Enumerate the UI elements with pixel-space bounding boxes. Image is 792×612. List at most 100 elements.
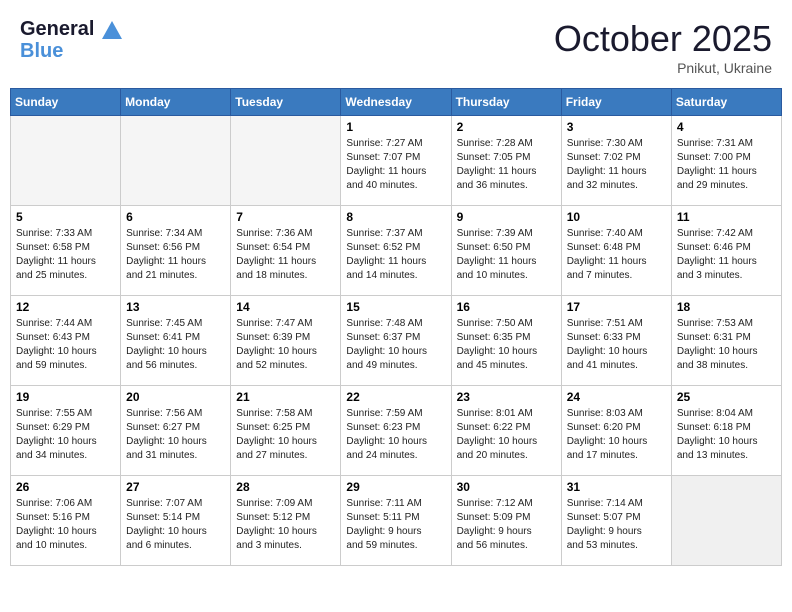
calendar-cell: 23 Sunrise: 8:01 AM Sunset: 6:22 PM Dayli… bbox=[451, 386, 561, 476]
day-info: Sunrise: 7:58 AM Sunset: 6:25 PM Dayligh… bbox=[236, 407, 335, 463]
day-number: 17 bbox=[567, 300, 666, 314]
day-info: Sunrise: 7:47 AM Sunset: 6:39 PM Dayligh… bbox=[236, 317, 335, 373]
day-number: 28 bbox=[236, 480, 335, 494]
logo-icon bbox=[102, 21, 122, 39]
day-number: 23 bbox=[457, 390, 556, 404]
weekday-header: Thursday bbox=[451, 89, 561, 116]
day-info: Sunrise: 7:59 AM Sunset: 6:23 PM Dayligh… bbox=[346, 407, 445, 463]
day-info: Sunrise: 7:07 AM Sunset: 5:14 PM Dayligh… bbox=[126, 497, 225, 553]
calendar-week-row: 5Sunrise: 7:33 AM Sunset: 6:58 PM Daylig… bbox=[11, 206, 782, 296]
calendar-cell: 24 Sunrise: 8:03 AM Sunset: 6:20 PM Dayli… bbox=[561, 386, 671, 476]
location: Pnikut, Ukraine bbox=[554, 60, 772, 76]
calendar-cell: 13 Sunrise: 7:45 AM Sunset: 6:41 PM Dayli… bbox=[121, 296, 231, 386]
day-info: Sunrise: 7:44 AM Sunset: 6:43 PM Dayligh… bbox=[16, 317, 115, 373]
weekday-header: Wednesday bbox=[341, 89, 451, 116]
weekday-header: Saturday bbox=[671, 89, 781, 116]
calendar-cell bbox=[671, 476, 781, 566]
weekday-header: Friday bbox=[561, 89, 671, 116]
day-info: Sunrise: 7:42 AM Sunset: 6:46 PM Dayligh… bbox=[677, 227, 776, 283]
day-number: 3 bbox=[567, 120, 666, 134]
day-info: Sunrise: 7:27 AM Sunset: 7:07 PM Dayligh… bbox=[346, 137, 445, 193]
day-number: 20 bbox=[126, 390, 225, 404]
calendar-cell: 12 Sunrise: 7:44 AM Sunset: 6:43 PM Dayli… bbox=[11, 296, 121, 386]
day-info: Sunrise: 7:36 AM Sunset: 6:54 PM Dayligh… bbox=[236, 227, 335, 283]
logo-text: General bbox=[20, 18, 122, 40]
day-info: Sunrise: 7:28 AM Sunset: 7:05 PM Dayligh… bbox=[457, 137, 556, 193]
calendar-cell: 5Sunrise: 7:33 AM Sunset: 6:58 PM Daylig… bbox=[11, 206, 121, 296]
calendar-cell: 6Sunrise: 7:34 AM Sunset: 6:56 PM Daylig… bbox=[121, 206, 231, 296]
day-number: 1 bbox=[346, 120, 445, 134]
day-info: Sunrise: 7:56 AM Sunset: 6:27 PM Dayligh… bbox=[126, 407, 225, 463]
calendar-header-row: SundayMondayTuesdayWednesdayThursdayFrid… bbox=[11, 89, 782, 116]
calendar-cell: 22Sunrise: 7:59 AM Sunset: 6:23 PM Dayli… bbox=[341, 386, 451, 476]
day-number: 11 bbox=[677, 210, 776, 224]
calendar-cell: 8 Sunrise: 7:37 AM Sunset: 6:52 PM Daylig… bbox=[341, 206, 451, 296]
day-info: Sunrise: 7:48 AM Sunset: 6:37 PM Dayligh… bbox=[346, 317, 445, 373]
weekday-header: Monday bbox=[121, 89, 231, 116]
day-number: 29 bbox=[346, 480, 445, 494]
day-info: Sunrise: 7:51 AM Sunset: 6:33 PM Dayligh… bbox=[567, 317, 666, 373]
month-title: October 2025 bbox=[554, 18, 772, 60]
day-info: Sunrise: 8:04 AM Sunset: 6:18 PM Dayligh… bbox=[677, 407, 776, 463]
calendar-cell: 16 Sunrise: 7:50 AM Sunset: 6:35 PM Dayli… bbox=[451, 296, 561, 386]
day-info: Sunrise: 7:12 AM Sunset: 5:09 PM Dayligh… bbox=[457, 497, 556, 553]
day-info: Sunrise: 8:03 AM Sunset: 6:20 PM Dayligh… bbox=[567, 407, 666, 463]
calendar-week-row: 26 Sunrise: 7:06 AM Sunset: 5:16 PM Dayli… bbox=[11, 476, 782, 566]
day-info: Sunrise: 7:37 AM Sunset: 6:52 PM Dayligh… bbox=[346, 227, 445, 283]
calendar-cell: 14 Sunrise: 7:47 AM Sunset: 6:39 PM Dayli… bbox=[231, 296, 341, 386]
day-info: Sunrise: 7:11 AM Sunset: 5:11 PM Dayligh… bbox=[346, 497, 445, 553]
day-info: Sunrise: 7:33 AM Sunset: 6:58 PM Dayligh… bbox=[16, 227, 115, 283]
day-number: 15 bbox=[346, 300, 445, 314]
calendar-cell: 10 Sunrise: 7:40 AM Sunset: 6:48 PM Dayli… bbox=[561, 206, 671, 296]
day-number: 14 bbox=[236, 300, 335, 314]
day-number: 16 bbox=[457, 300, 556, 314]
day-info: Sunrise: 7:06 AM Sunset: 5:16 PM Dayligh… bbox=[16, 497, 115, 553]
day-info: Sunrise: 7:50 AM Sunset: 6:35 PM Dayligh… bbox=[457, 317, 556, 373]
day-info: Sunrise: 7:39 AM Sunset: 6:50 PM Dayligh… bbox=[457, 227, 556, 283]
day-number: 12 bbox=[16, 300, 115, 314]
calendar-week-row: 19Sunrise: 7:55 AM Sunset: 6:29 PM Dayli… bbox=[11, 386, 782, 476]
day-number: 30 bbox=[457, 480, 556, 494]
day-info: Sunrise: 7:31 AM Sunset: 7:00 PM Dayligh… bbox=[677, 137, 776, 193]
title-block: October 2025 Pnikut, Ukraine bbox=[554, 18, 772, 76]
day-number: 27 bbox=[126, 480, 225, 494]
logo-blue: Blue bbox=[20, 40, 122, 62]
calendar-cell: 1 Sunrise: 7:27 AM Sunset: 7:07 PM Daylig… bbox=[341, 116, 451, 206]
day-number: 7 bbox=[236, 210, 335, 224]
calendar-cell: 18Sunrise: 7:53 AM Sunset: 6:31 PM Dayli… bbox=[671, 296, 781, 386]
day-number: 10 bbox=[567, 210, 666, 224]
calendar-cell: 28Sunrise: 7:09 AM Sunset: 5:12 PM Dayli… bbox=[231, 476, 341, 566]
calendar-cell: 19Sunrise: 7:55 AM Sunset: 6:29 PM Dayli… bbox=[11, 386, 121, 476]
calendar-cell: 2 Sunrise: 7:28 AM Sunset: 7:05 PM Daylig… bbox=[451, 116, 561, 206]
day-number: 18 bbox=[677, 300, 776, 314]
day-info: Sunrise: 7:40 AM Sunset: 6:48 PM Dayligh… bbox=[567, 227, 666, 283]
calendar-cell: 31Sunrise: 7:14 AM Sunset: 5:07 PM Dayli… bbox=[561, 476, 671, 566]
day-number: 8 bbox=[346, 210, 445, 224]
calendar-cell: 29 Sunrise: 7:11 AM Sunset: 5:11 PM Dayli… bbox=[341, 476, 451, 566]
day-number: 26 bbox=[16, 480, 115, 494]
calendar-cell: 11 Sunrise: 7:42 AM Sunset: 6:46 PM Dayli… bbox=[671, 206, 781, 296]
day-number: 6 bbox=[126, 210, 225, 224]
weekday-header: Tuesday bbox=[231, 89, 341, 116]
logo: General Blue bbox=[20, 18, 122, 62]
day-number: 2 bbox=[457, 120, 556, 134]
day-info: Sunrise: 8:01 AM Sunset: 6:22 PM Dayligh… bbox=[457, 407, 556, 463]
page-header: General Blue October 2025 Pnikut, Ukrain… bbox=[10, 10, 782, 80]
calendar-cell bbox=[11, 116, 121, 206]
day-info: Sunrise: 7:30 AM Sunset: 7:02 PM Dayligh… bbox=[567, 137, 666, 193]
calendar-cell: 27 Sunrise: 7:07 AM Sunset: 5:14 PM Dayli… bbox=[121, 476, 231, 566]
calendar-week-row: 1 Sunrise: 7:27 AM Sunset: 7:07 PM Daylig… bbox=[11, 116, 782, 206]
calendar-table: SundayMondayTuesdayWednesdayThursdayFrid… bbox=[10, 88, 782, 566]
calendar-cell: 3 Sunrise: 7:30 AM Sunset: 7:02 PM Daylig… bbox=[561, 116, 671, 206]
day-number: 9 bbox=[457, 210, 556, 224]
day-info: Sunrise: 7:45 AM Sunset: 6:41 PM Dayligh… bbox=[126, 317, 225, 373]
day-number: 4 bbox=[677, 120, 776, 134]
calendar-cell: 9 Sunrise: 7:39 AM Sunset: 6:50 PM Daylig… bbox=[451, 206, 561, 296]
day-number: 31 bbox=[567, 480, 666, 494]
day-number: 21 bbox=[236, 390, 335, 404]
day-number: 13 bbox=[126, 300, 225, 314]
calendar-cell bbox=[121, 116, 231, 206]
calendar-cell: 4 Sunrise: 7:31 AM Sunset: 7:00 PM Daylig… bbox=[671, 116, 781, 206]
day-number: 25 bbox=[677, 390, 776, 404]
day-number: 24 bbox=[567, 390, 666, 404]
